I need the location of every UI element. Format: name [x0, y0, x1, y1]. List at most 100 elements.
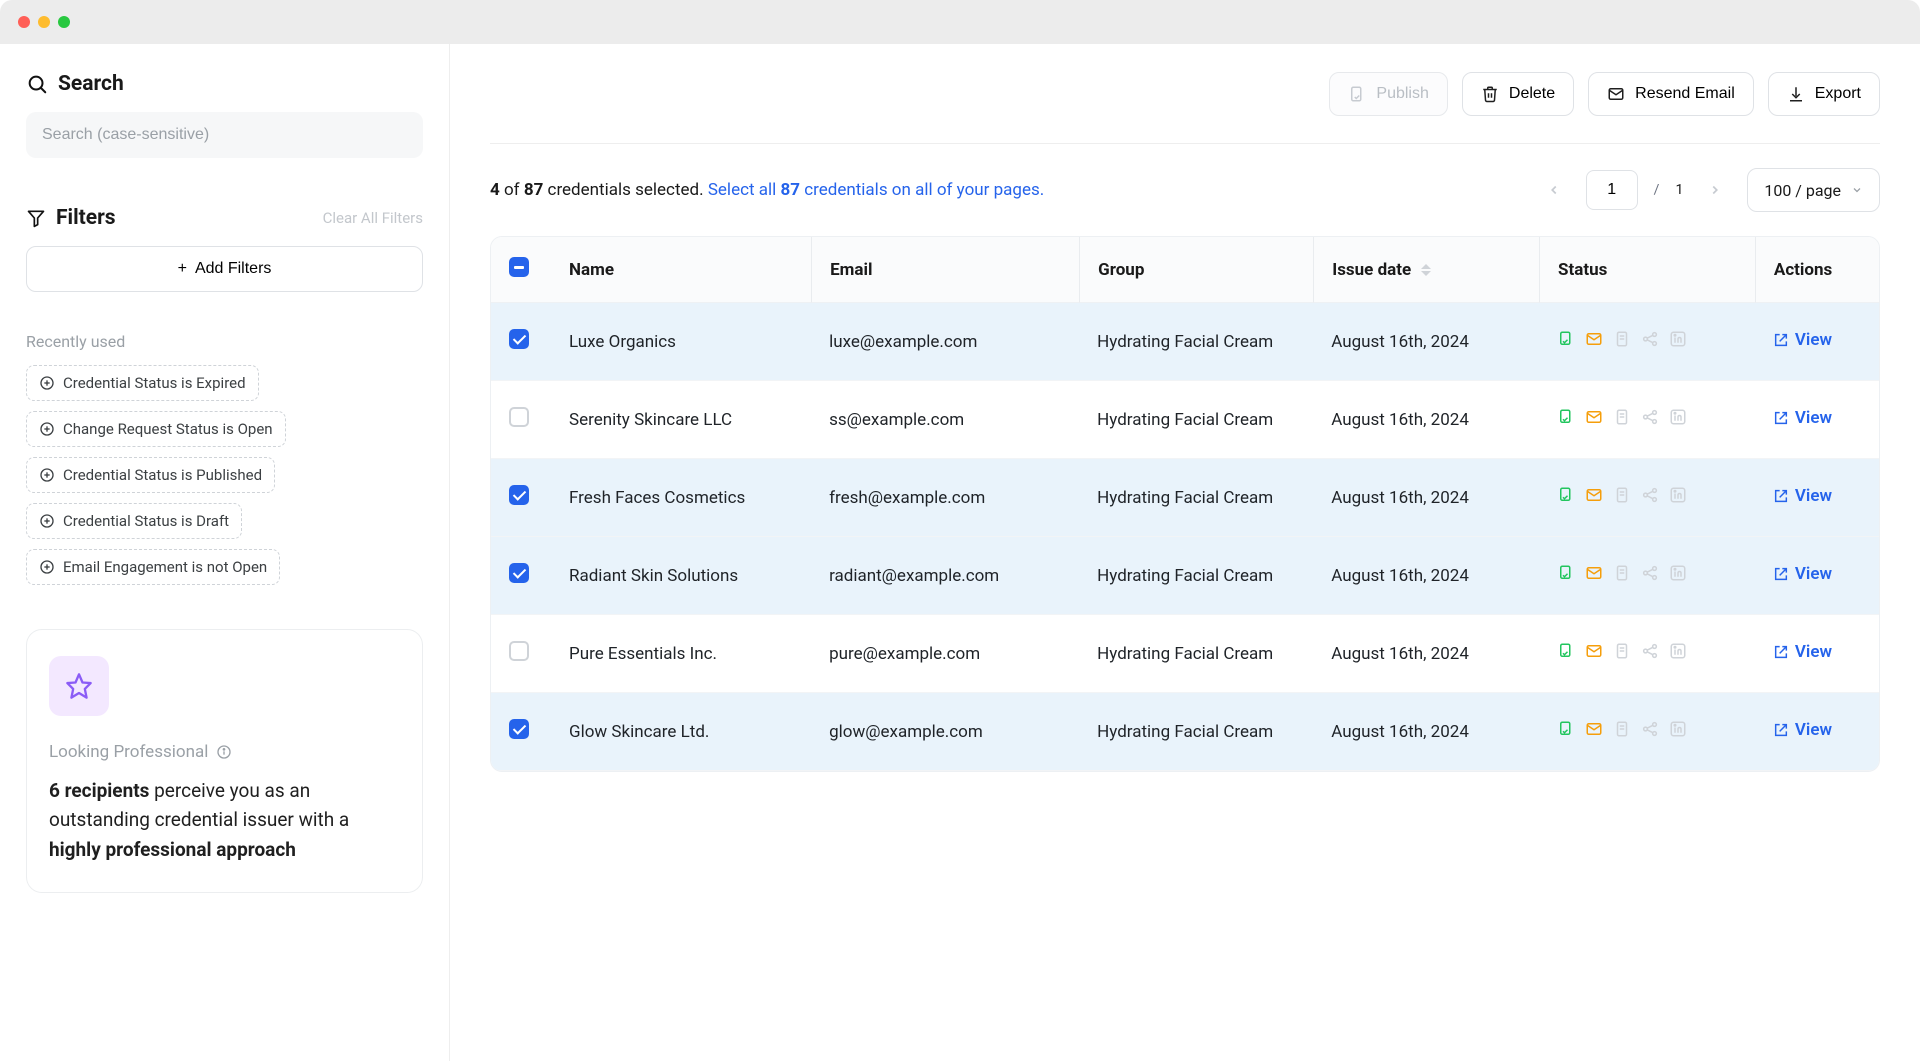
cell-group: Hydrating Facial Cream — [1079, 615, 1313, 693]
insight-card-body: 6 recipients perceive you as an outstand… — [49, 776, 400, 864]
add-filters-button[interactable]: + Add Filters — [26, 246, 423, 292]
cert-status-icon — [1557, 408, 1575, 431]
recent-filter-chip[interactable]: Change Request Status is Open — [26, 411, 286, 447]
cell-group: Hydrating Facial Cream — [1079, 693, 1313, 771]
view-link[interactable]: View — [1773, 720, 1832, 740]
add-filters-label: Add Filters — [195, 260, 271, 278]
table-row[interactable]: Glow Skincare Ltd.glow@example.comHydrat… — [491, 693, 1879, 771]
plus-icon: + — [178, 260, 187, 278]
recent-filter-chip[interactable]: Email Engagement is not Open — [26, 549, 280, 585]
total-pages: 1 — [1675, 182, 1683, 198]
download-icon — [1787, 85, 1805, 103]
row-checkbox[interactable] — [509, 485, 529, 505]
main-content: Publish Delete Resend Email — [450, 44, 1920, 1061]
table-row[interactable]: Serenity Skincare LLCss@example.comHydra… — [491, 381, 1879, 459]
chevron-down-icon — [1851, 184, 1863, 196]
cell-name: Pure Essentials Inc. — [551, 615, 811, 693]
table-row[interactable]: Radiant Skin Solutionsradiant@example.co… — [491, 537, 1879, 615]
view-link[interactable]: View — [1773, 330, 1832, 350]
table-row[interactable]: Luxe Organicsluxe@example.comHydrating F… — [491, 303, 1879, 381]
cell-email: pure@example.com — [811, 615, 1079, 693]
col-group[interactable]: Group — [1079, 237, 1313, 303]
recent-filter-chip[interactable]: Credential Status is Expired — [26, 365, 259, 401]
search-icon — [26, 73, 48, 95]
page-input[interactable] — [1586, 170, 1638, 210]
status-icons — [1557, 564, 1687, 587]
doc-status-icon — [1613, 408, 1631, 431]
status-icons — [1557, 642, 1687, 665]
cell-issue-date: August 16th, 2024 — [1313, 303, 1539, 381]
chip-label: Credential Status is Draft — [63, 512, 229, 530]
view-link[interactable]: View — [1773, 486, 1832, 506]
plus-circle-icon — [39, 375, 55, 391]
row-checkbox[interactable] — [509, 563, 529, 583]
col-issue-date[interactable]: Issue date — [1313, 237, 1539, 303]
window-close-dot[interactable] — [18, 16, 30, 28]
select-all-link[interactable]: Select all 87 credentials on all of your… — [708, 180, 1044, 200]
sort-icon — [1421, 264, 1431, 276]
recent-filter-chips: Credential Status is Expired Change Reque… — [26, 365, 423, 585]
mail-status-icon — [1585, 408, 1603, 431]
cell-name: Luxe Organics — [551, 303, 811, 381]
col-name[interactable]: Name — [551, 237, 811, 303]
recent-filter-chip[interactable]: Credential Status is Published — [26, 457, 275, 493]
cell-issue-date: August 16th, 2024 — [1313, 537, 1539, 615]
cell-email: ss@example.com — [811, 381, 1079, 459]
prev-page-button[interactable] — [1538, 174, 1570, 206]
plus-circle-icon — [39, 559, 55, 575]
row-checkbox[interactable] — [509, 407, 529, 427]
view-link[interactable]: View — [1773, 564, 1832, 584]
search-heading: Search — [26, 72, 423, 96]
resend-email-button[interactable]: Resend Email — [1588, 72, 1754, 116]
cert-status-icon — [1557, 642, 1575, 665]
cell-issue-date: August 16th, 2024 — [1313, 459, 1539, 537]
share-status-icon — [1641, 642, 1659, 665]
per-page-select[interactable]: 100 / page — [1747, 168, 1880, 212]
delete-button[interactable]: Delete — [1462, 72, 1574, 116]
window-minimize-dot[interactable] — [38, 16, 50, 28]
row-checkbox[interactable] — [509, 641, 529, 661]
next-page-button[interactable] — [1699, 174, 1731, 206]
star-icon — [65, 672, 93, 700]
cell-email: luxe@example.com — [811, 303, 1079, 381]
col-actions: Actions — [1755, 237, 1879, 303]
cell-group: Hydrating Facial Cream — [1079, 459, 1313, 537]
search-heading-text: Search — [58, 72, 124, 96]
clear-filters-link[interactable]: Clear All Filters — [323, 209, 423, 227]
cell-email: glow@example.com — [811, 693, 1079, 771]
view-link[interactable]: View — [1773, 642, 1832, 662]
export-button[interactable]: Export — [1768, 72, 1880, 116]
select-all-checkbox[interactable] — [509, 257, 529, 277]
chip-label: Credential Status is Published — [63, 466, 262, 484]
row-checkbox[interactable] — [509, 329, 529, 349]
info-icon[interactable] — [216, 744, 232, 760]
linkedin-status-icon — [1669, 642, 1687, 665]
cell-email: radiant@example.com — [811, 537, 1079, 615]
doc-status-icon — [1613, 330, 1631, 353]
plus-circle-icon — [39, 421, 55, 437]
cell-name: Serenity Skincare LLC — [551, 381, 811, 459]
window-titlebar — [0, 0, 1920, 44]
insight-card-title: Looking Professional — [49, 742, 400, 762]
linkedin-status-icon — [1669, 486, 1687, 509]
recent-filter-chip[interactable]: Credential Status is Draft — [26, 503, 242, 539]
cell-issue-date: August 16th, 2024 — [1313, 381, 1539, 459]
row-checkbox[interactable] — [509, 719, 529, 739]
cell-issue-date: August 16th, 2024 — [1313, 615, 1539, 693]
page-sep: / — [1654, 182, 1660, 198]
status-icons — [1557, 330, 1687, 353]
recently-used-heading: Recently used — [26, 332, 423, 351]
search-input[interactable] — [26, 112, 423, 158]
cert-status-icon — [1557, 564, 1575, 587]
table-row[interactable]: Fresh Faces Cosmeticsfresh@example.comHy… — [491, 459, 1879, 537]
col-email[interactable]: Email — [811, 237, 1079, 303]
window-zoom-dot[interactable] — [58, 16, 70, 28]
mail-status-icon — [1585, 486, 1603, 509]
plus-circle-icon — [39, 467, 55, 483]
view-link[interactable]: View — [1773, 408, 1832, 428]
table-row[interactable]: Pure Essentials Inc.pure@example.comHydr… — [491, 615, 1879, 693]
cell-group: Hydrating Facial Cream — [1079, 537, 1313, 615]
cell-email: fresh@example.com — [811, 459, 1079, 537]
insight-card: Looking Professional 6 recipients percei… — [26, 629, 423, 893]
chip-label: Change Request Status is Open — [63, 420, 273, 438]
